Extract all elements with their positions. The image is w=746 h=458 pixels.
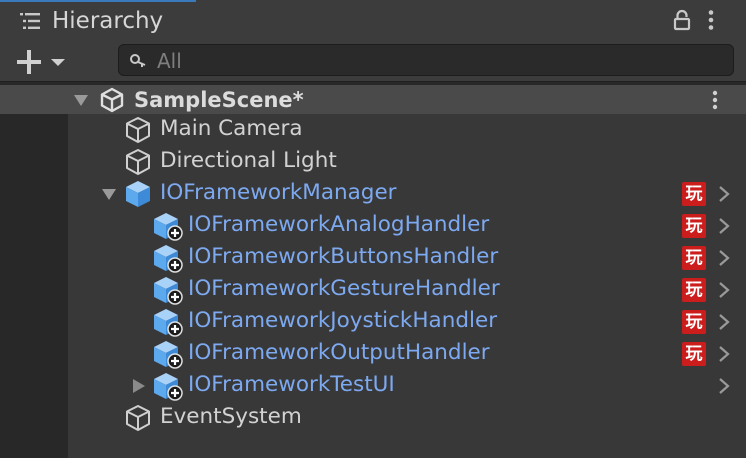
prefab-cube-icon — [154, 341, 183, 369]
badge-icon: 玩 — [682, 278, 706, 302]
hierarchy-item[interactable]: IOFrameworkAnalogHandler 玩 — [0, 210, 746, 242]
tab-bar: Hierarchy — [0, 0, 746, 40]
cube-outline-icon — [126, 149, 150, 175]
caret-down-icon — [51, 59, 65, 66]
list-icon — [20, 13, 40, 29]
item-label: Main Camera — [160, 116, 303, 141]
hierarchy-item[interactable]: IOFrameworkOutputHandler 玩 — [0, 338, 746, 370]
item-label: IOFrameworkManager — [160, 180, 397, 205]
chevron-right-icon[interactable] — [717, 281, 731, 299]
chevron-right-icon[interactable] — [717, 345, 731, 363]
search-icon — [130, 54, 146, 67]
prefab-cube-icon — [154, 245, 183, 273]
tab-bar-fill — [196, 0, 746, 40]
lock-icon[interactable] — [673, 9, 691, 31]
hierarchy-item[interactable]: IOFrameworkJoystickHandler 玩 — [0, 306, 746, 338]
tab-hierarchy[interactable]: Hierarchy — [0, 0, 196, 40]
collapsed-triangle-icon[interactable] — [131, 378, 147, 394]
cube-outline-icon — [126, 117, 150, 143]
badge-icon: 玩 — [682, 214, 706, 238]
scene-row[interactable]: SampleScene* — [0, 85, 746, 114]
plus-icon — [17, 50, 41, 74]
cube-outline-icon — [126, 405, 150, 431]
chevron-right-icon[interactable] — [717, 313, 731, 331]
expand-triangle-icon[interactable] — [73, 92, 89, 108]
prefab-cube-icon — [154, 213, 183, 241]
scene-name: SampleScene* — [134, 88, 304, 112]
hierarchy-tree: SampleScene* Main Camera Directional Lig… — [0, 82, 746, 458]
badge-icon: 玩 — [682, 246, 706, 270]
tab-title: Hierarchy — [52, 8, 164, 34]
item-label: IOFrameworkJoystickHandler — [188, 308, 498, 333]
chevron-right-icon[interactable] — [717, 217, 731, 235]
kebab-menu-icon[interactable] — [706, 9, 716, 31]
hierarchy-item[interactable]: Main Camera — [0, 114, 746, 146]
hierarchy-item[interactable]: IOFrameworkGestureHandler 玩 — [0, 274, 746, 306]
badge-icon: 玩 — [682, 310, 706, 334]
unity-logo-icon — [100, 87, 124, 113]
chevron-right-icon[interactable] — [717, 249, 731, 267]
item-label: Directional Light — [160, 148, 337, 173]
badge-icon: 玩 — [682, 182, 706, 206]
search-input[interactable] — [155, 47, 719, 75]
chevron-right-icon[interactable] — [717, 377, 731, 395]
expand-triangle-icon[interactable] — [101, 186, 117, 202]
search-field[interactable] — [118, 44, 734, 76]
badge-icon: 玩 — [682, 342, 706, 366]
item-label: IOFrameworkTestUI — [188, 372, 395, 397]
hierarchy-item[interactable]: Directional Light — [0, 146, 746, 178]
create-dropdown-button[interactable] — [14, 49, 68, 75]
item-label: IOFrameworkOutputHandler — [188, 340, 490, 365]
prefab-cube-icon — [154, 373, 183, 401]
hierarchy-item[interactable]: IOFrameworkManager 玩 — [0, 178, 746, 210]
item-label: IOFrameworkButtonsHandler — [188, 244, 499, 269]
kebab-menu-icon[interactable] — [710, 90, 720, 110]
prefab-cube-icon — [154, 277, 183, 305]
item-label: IOFrameworkGestureHandler — [188, 276, 500, 301]
item-label: EventSystem — [160, 404, 302, 429]
prefab-cube-icon — [154, 309, 183, 337]
prefab-cube-icon — [126, 181, 150, 207]
hierarchy-item[interactable]: EventSystem — [0, 402, 746, 434]
hierarchy-item[interactable]: IOFrameworkButtonsHandler 玩 — [0, 242, 746, 274]
toolbar — [0, 40, 746, 82]
hierarchy-item[interactable]: IOFrameworkTestUI — [0, 370, 746, 402]
chevron-right-icon[interactable] — [717, 185, 731, 203]
item-label: IOFrameworkAnalogHandler — [188, 212, 490, 237]
